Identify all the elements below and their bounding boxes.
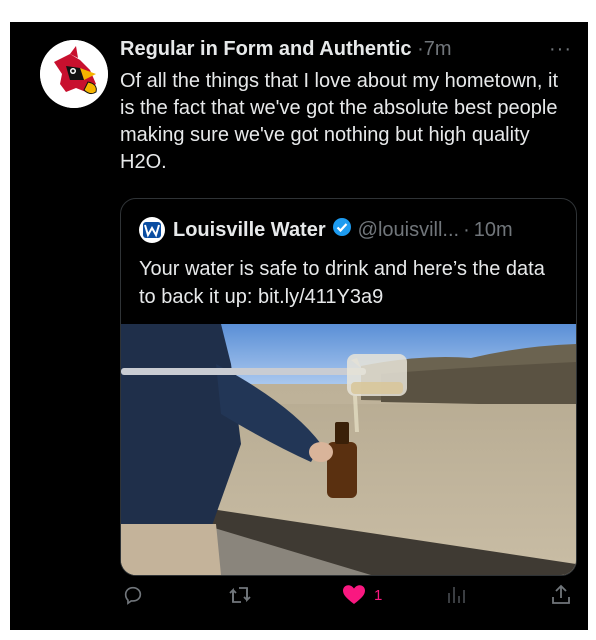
- quoted-author-name[interactable]: Louisville Water: [173, 219, 326, 242]
- retweet-button[interactable]: [228, 584, 252, 606]
- separator-dot: ·: [417, 38, 424, 60]
- share-icon: [552, 584, 570, 604]
- reply-icon: [124, 586, 142, 605]
- quoted-time[interactable]: 10m: [474, 219, 513, 242]
- views-button[interactable]: [445, 584, 467, 606]
- author-name[interactable]: Regular in Form and Authentic: [120, 38, 412, 60]
- quoted-tweet[interactable]: Louisville Water @louisvill... · 10m You…: [120, 198, 577, 576]
- tweet-header: Regular in Form and Authentic ·7m: [120, 38, 452, 61]
- avatar[interactable]: [40, 40, 108, 108]
- quoted-tweet-header: Louisville Water @louisvill... · 10m: [139, 217, 513, 243]
- heart-icon: [343, 585, 365, 604]
- share-button[interactable]: [550, 584, 572, 606]
- quoted-handle[interactable]: @louisvill...: [358, 219, 459, 242]
- like-count: 1: [374, 586, 383, 604]
- retweet-icon: [229, 587, 251, 603]
- tweet-text: Of all the things that I love about my h…: [120, 70, 559, 173]
- cardinal-logo-icon: [40, 40, 108, 108]
- views-icon: [448, 587, 465, 603]
- quoted-tweet-text: Your water is safe to drink and here’s t…: [139, 258, 545, 308]
- like-button[interactable]: 1: [342, 584, 382, 606]
- verified-badge-icon: [332, 217, 352, 243]
- quoted-tweet-image[interactable]: [121, 324, 576, 575]
- more-options-icon[interactable]: ···: [549, 38, 572, 61]
- quoted-separator-dot: ·: [463, 218, 470, 241]
- action-bar: 1: [120, 584, 575, 614]
- louisville-water-logo-icon[interactable]: [139, 217, 165, 243]
- reply-button[interactable]: [122, 584, 144, 606]
- tweet-card[interactable]: Regular in Form and Authentic ·7m ··· Of…: [10, 22, 588, 630]
- tweet-time[interactable]: 7m: [424, 38, 452, 60]
